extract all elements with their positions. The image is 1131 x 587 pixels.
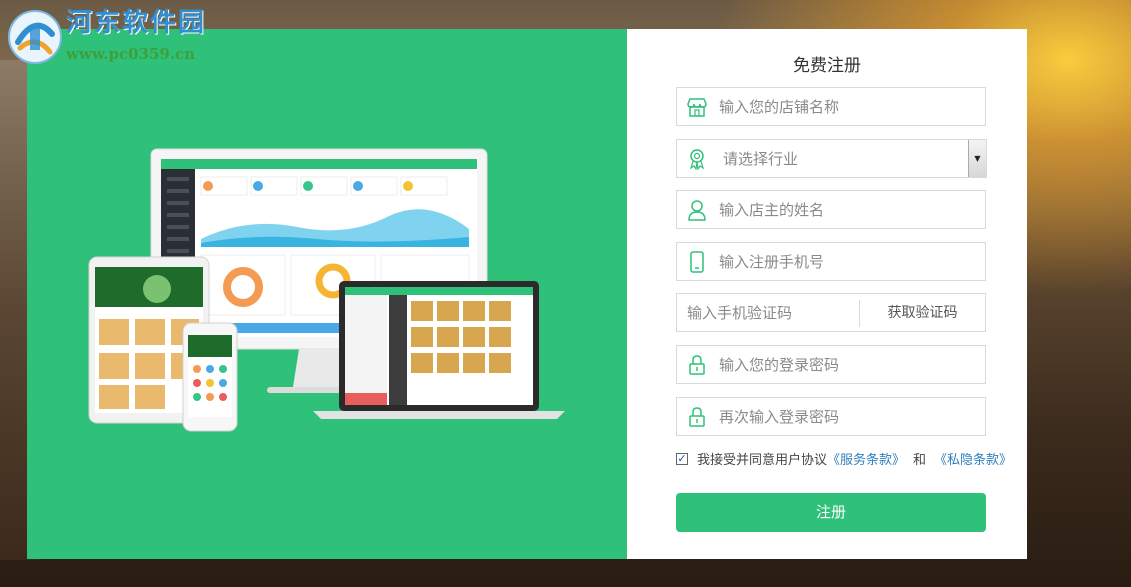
phone-input[interactable]: 输入注册手机号	[676, 242, 986, 281]
register-card: 免费注册 输入您的店铺名称 请选择行业 ▼ 输入店主的姓名 输入注册手机号 输入…	[27, 29, 1027, 559]
register-button[interactable]: 注册	[676, 493, 986, 532]
password-input[interactable]: 输入您的登录密码	[676, 345, 986, 384]
agree-and: 和	[913, 453, 927, 468]
industry-select-value: 请选择行业	[723, 150, 799, 168]
phone-icon	[685, 250, 709, 274]
watermark-url: www.pc0359.cn	[66, 45, 196, 63]
store-icon	[685, 95, 709, 119]
owner-name-input[interactable]: 输入店主的姓名	[676, 190, 986, 229]
watermark-logo-icon	[8, 10, 62, 64]
form-title: 免费注册	[793, 56, 861, 76]
watermark: 河东软件园 www.pc0359.cn	[6, 8, 206, 66]
lock-icon	[685, 353, 709, 377]
store-name-input[interactable]: 输入您的店铺名称	[676, 87, 986, 126]
agree-checkbox[interactable]: ✓	[676, 452, 688, 465]
store-name-placeholder: 输入您的店铺名称	[719, 98, 840, 116]
confirm-password-input[interactable]: 再次输入登录密码	[676, 397, 986, 436]
service-terms-link[interactable]: 《服务条款》	[827, 449, 905, 468]
confirm-password-placeholder: 再次输入登录密码	[719, 408, 840, 426]
agree-text: 我接受并同意用户协议	[697, 453, 828, 468]
industry-select[interactable]: 请选择行业 ▼	[676, 139, 987, 178]
user-icon	[685, 198, 709, 222]
register-form: 免费注册 输入您的店铺名称 请选择行业 ▼ 输入店主的姓名 输入注册手机号 输入…	[627, 29, 1027, 559]
watermark-title: 河东软件园	[66, 8, 207, 38]
devices-illustration	[88, 148, 565, 432]
sms-code-input[interactable]: 输入手机验证码 获取验证码	[676, 293, 986, 332]
phone-placeholder: 输入注册手机号	[719, 253, 825, 271]
password-placeholder: 输入您的登录密码	[719, 356, 840, 374]
sms-code-placeholder: 输入手机验证码	[687, 304, 793, 322]
phone-illustration	[182, 322, 238, 432]
laptop-illustration	[313, 281, 565, 419]
chevron-down-icon[interactable]: ▼	[968, 140, 986, 177]
owner-name-placeholder: 输入店主的姓名	[719, 201, 825, 219]
agreement-row: ✓ 我接受并同意用户协议 《服务条款》 和 《私隐条款》	[676, 449, 1012, 468]
get-code-button[interactable]: 获取验证码	[859, 300, 985, 327]
privacy-terms-link[interactable]: 《私隐条款》	[934, 449, 1012, 468]
promo-panel	[27, 29, 627, 559]
lock-icon	[685, 405, 709, 429]
award-icon	[685, 147, 709, 171]
